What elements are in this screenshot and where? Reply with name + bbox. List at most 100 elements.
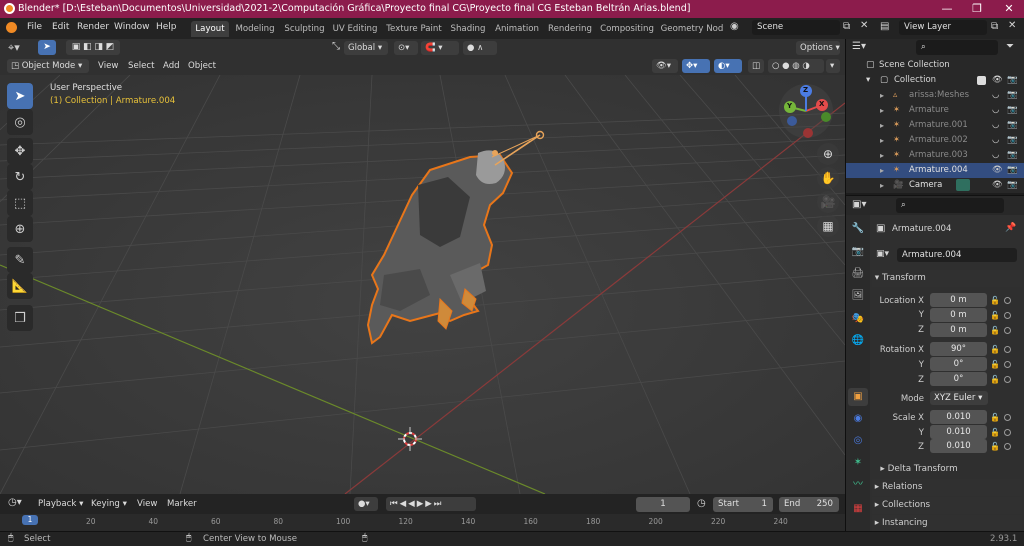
relations-panel-header[interactable]: ▸ Relations — [872, 479, 1022, 496]
camera-icon[interactable]: 📷 — [1007, 103, 1018, 118]
tab-modeling[interactable]: Modeling — [233, 21, 277, 37]
scene-icon[interactable]: ◉ — [730, 21, 739, 32]
collection-checkbox-icon[interactable] — [977, 76, 986, 85]
transform-panel-header[interactable]: ▾ Transform — [872, 270, 1022, 287]
camera-icon[interactable]: 📷 — [1007, 148, 1018, 163]
tab-rendering[interactable]: Rendering — [546, 21, 594, 37]
properties-editor-icon[interactable]: ▣▾ — [852, 199, 866, 210]
expand-arrow-icon[interactable]: ▾ — [866, 73, 870, 88]
stopwatch-icon[interactable]: ◷ — [697, 498, 706, 509]
constraints-tab-icon[interactable]: ✶ — [848, 454, 868, 472]
camera-icon[interactable]: 📷 — [1007, 163, 1018, 178]
tab-layout[interactable]: Layout — [191, 21, 229, 37]
data-type-icon[interactable]: ▣▾ — [876, 249, 889, 259]
object-data-tab-icon[interactable]: 〰 — [848, 476, 868, 494]
keyframe-dot-icon[interactable] — [1004, 376, 1011, 383]
eye-closed-icon[interactable]: ◡ — [992, 88, 999, 103]
view-layer-selector[interactable]: View Layer — [899, 20, 987, 35]
selection-mode-icons[interactable]: ▣ ◧ ◨ ◩ — [66, 40, 120, 55]
transform-tool[interactable]: ⊕ — [7, 216, 33, 242]
instancing-panel-header[interactable]: ▸ Instancing — [872, 515, 1022, 531]
overlay-toggle[interactable]: ◐▾ — [714, 59, 742, 73]
perspective-grid-icon[interactable]: ▦ — [817, 215, 839, 237]
view-layer-icon[interactable]: ▤ — [880, 21, 889, 32]
minimize-button[interactable]: — — [932, 0, 962, 18]
playback-controls[interactable]: ⏮◀◀▶▶⏭ — [386, 497, 476, 511]
outliner-item[interactable]: ▸ ▵ arissa:Meshes ◡ 📷 — [846, 88, 1024, 103]
scale-x-field[interactable]: 0.010 — [930, 410, 987, 424]
expand-arrow-icon[interactable]: ▸ — [880, 118, 884, 133]
keyframe-dot-icon[interactable] — [1004, 297, 1011, 304]
lock-icon[interactable]: 🔓 — [990, 413, 1000, 422]
outliner-item[interactable]: ▸ ✶ Armature.002 ◡ 📷 — [846, 133, 1024, 148]
eye-closed-icon[interactable]: ◡ — [992, 103, 999, 118]
lock-icon[interactable]: 🔓 — [990, 311, 1000, 320]
move-tool[interactable]: ✥ — [7, 138, 33, 164]
eye-icon[interactable]: 👁 — [992, 73, 1003, 88]
camera-icon[interactable]: 📷 — [1007, 118, 1018, 133]
menu-view[interactable]: View — [98, 61, 118, 71]
eye-icon[interactable]: 👁 — [992, 178, 1003, 193]
keying-menu[interactable]: Keying ▾ — [91, 499, 127, 509]
render-tab-icon[interactable]: 📷 — [848, 243, 868, 261]
zoom-icon[interactable]: ⊕ — [817, 143, 839, 165]
rotation-y-field[interactable]: 0° — [930, 357, 987, 371]
outliner-item[interactable]: ▸ ✶ Armature ◡ 📷 — [846, 103, 1024, 118]
start-frame-field[interactable]: Start 1 — [713, 497, 773, 512]
keyframe-dot-icon[interactable] — [1004, 327, 1011, 334]
add-cube-tool[interactable]: ❒ — [7, 305, 33, 331]
pivot-point-dropdown[interactable]: ⊙▾ — [394, 41, 418, 55]
scale-z-field[interactable]: 0.010 — [930, 439, 987, 453]
menu-render[interactable]: Render — [77, 22, 109, 32]
scale-y-field[interactable]: 0.010 — [930, 425, 987, 439]
menu-add[interactable]: Add — [163, 61, 180, 71]
outliner-collection[interactable]: ▾ ▢ Collection 👁 📷 — [846, 73, 1024, 88]
expand-arrow-icon[interactable]: ▸ — [880, 178, 884, 193]
close-button[interactable]: ✕ — [994, 0, 1024, 18]
eye-closed-icon[interactable]: ◡ — [992, 148, 999, 163]
keyframe-dot-icon[interactable] — [1004, 312, 1011, 319]
record-toggle[interactable]: ●▾ — [354, 497, 378, 511]
pin-icon[interactable]: 📌 — [1005, 223, 1016, 233]
current-frame-field[interactable]: 1 — [636, 497, 690, 512]
camera-data-icon[interactable] — [956, 179, 970, 191]
tool-tab-icon[interactable]: 🔧 — [848, 220, 868, 238]
outliner-search-field[interactable]: ⌕ — [916, 40, 998, 55]
cursor-tool[interactable]: ◎ — [7, 109, 33, 135]
tab-uv-editing[interactable]: UV Editing — [331, 21, 379, 37]
eye-closed-icon[interactable]: ◡ — [992, 118, 999, 133]
keyframe-dot-icon[interactable] — [1004, 429, 1011, 436]
lock-icon[interactable]: 🔓 — [990, 442, 1000, 451]
world-tab-icon[interactable]: 🌐 — [848, 332, 868, 350]
scene-selector[interactable]: Scene — [752, 20, 840, 35]
marker-menu[interactable]: Marker — [167, 499, 197, 509]
expand-arrow-icon[interactable]: ▸ — [880, 148, 884, 163]
tab-animation[interactable]: Animation — [493, 21, 541, 37]
timeline-view-menu[interactable]: View — [137, 499, 157, 509]
tab-shading[interactable]: Shading — [448, 21, 488, 37]
location-y-field[interactable]: 0 m — [930, 308, 987, 322]
delete-view-layer-icon[interactable]: ✕ — [1008, 20, 1016, 31]
playhead[interactable]: 1 — [22, 515, 38, 525]
shading-options-dropdown[interactable]: ▾ — [826, 59, 840, 73]
select-box-tool[interactable]: ➤ — [7, 83, 33, 109]
lock-icon[interactable]: 🔓 — [990, 428, 1000, 437]
modifiers-tab-icon[interactable]: ◉ — [848, 410, 868, 428]
outliner-scene-collection[interactable]: ▢ Scene Collection — [846, 58, 1024, 73]
location-x-field[interactable]: 0 m — [930, 293, 987, 307]
tab-geometry-nodes[interactable]: Geometry Nod — [660, 21, 724, 37]
delta-transform-header[interactable]: ▸ Delta Transform — [872, 461, 1022, 478]
texture-tab-icon[interactable]: ▦ — [848, 500, 868, 518]
annotate-tool[interactable]: ✎ — [7, 247, 33, 273]
end-frame-field[interactable]: End 250 — [779, 497, 839, 512]
scene-tab-icon[interactable]: 🎭 — [848, 310, 868, 328]
maximize-button[interactable]: ❐ — [962, 0, 992, 18]
camera-icon[interactable]: 📷 — [1007, 73, 1018, 88]
gizmo-toggle[interactable]: ✥▾ — [682, 59, 710, 73]
camera-view-icon[interactable]: 🎥 — [817, 191, 839, 213]
expand-arrow-icon[interactable]: ▸ — [880, 88, 884, 103]
playback-menu[interactable]: Playback ▾ — [38, 499, 83, 509]
camera-icon[interactable]: 📷 — [1007, 88, 1018, 103]
menu-window[interactable]: Window — [114, 22, 150, 32]
outliner-item[interactable]: ▸ ✶ Armature.004 👁 📷 — [846, 163, 1024, 178]
